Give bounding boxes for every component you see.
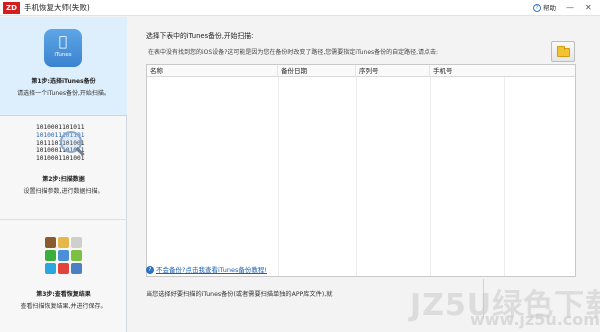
step-1-desc: 请选择一个iTunes备份,开始扫描。	[17, 90, 110, 97]
info-icon: ?	[146, 266, 154, 274]
binary-line: 1010001101011	[36, 124, 85, 131]
watermark-url: www.jz5u.com	[470, 310, 600, 329]
folder-icon	[557, 46, 570, 57]
table-header: 名称 备份日期 序列号 手机号	[147, 65, 575, 77]
phone-icon	[45, 250, 56, 261]
column-divider	[356, 77, 357, 276]
messages-icon	[71, 250, 82, 261]
photos-icon	[58, 250, 69, 261]
steps-sidebar:  iTunes 第1步:选择iTunes备份 请选择一个iTunes备份,开始…	[0, 17, 127, 332]
column-divider	[430, 77, 431, 276]
step-1-title: 第1步:选择iTunes备份	[31, 78, 96, 85]
minimize-button[interactable]: —	[566, 3, 574, 13]
backup-tutorial-label: 不会备份?点击我查看iTunes备份教程!	[156, 266, 267, 274]
title-bar: ZD 手机恢复大师(失败) ? 帮助 — ✕	[0, 0, 600, 16]
step-3-desc: 查看扫描恢复结果,并进行保存。	[20, 303, 107, 310]
instruction-text: 选择下表中的iTunes备份,开始扫描:	[146, 32, 254, 40]
binary-line: 1010001101001	[36, 155, 85, 163]
custom-path-hint: 在表中没有找到您的iOS设备?这可能是因为您在备份时改变了路径,您需要指定iTu…	[148, 49, 439, 56]
voice-icon	[58, 263, 69, 274]
itunes-icon:  iTunes	[44, 29, 82, 67]
backup-table[interactable]: 名称 备份日期 序列号 手机号	[146, 64, 576, 277]
step-3-title: 第3步:查看恢复结果	[36, 291, 91, 298]
backup-tutorial-link[interactable]: ? 不会备份?点击我查看iTunes备份教程!	[146, 264, 267, 274]
help-label: 帮助	[543, 4, 556, 12]
browse-folder-button[interactable]	[551, 41, 575, 62]
apple-icon: 	[44, 34, 82, 50]
social-icon	[71, 263, 82, 274]
window-title: 手机恢复大师(失败)	[24, 3, 90, 12]
help-icon: ?	[533, 4, 541, 12]
column-divider	[278, 77, 279, 276]
contacts-icon	[45, 237, 56, 248]
step-2-title: 第2步:扫描数据	[42, 176, 85, 183]
itunes-icon-label: iTunes	[54, 52, 72, 58]
notes-icon	[58, 237, 69, 248]
step-view-results[interactable]: 第3步:查看恢复结果 查看扫描恢复结果,并进行保存。	[0, 221, 127, 332]
column-header-phone[interactable]: 手机号	[430, 65, 575, 77]
help-button[interactable]: ? 帮助	[533, 3, 556, 13]
column-header-date[interactable]: 备份日期	[278, 65, 356, 77]
column-divider	[504, 77, 505, 276]
qq-icon	[45, 263, 56, 274]
column-header-name[interactable]: 名称	[147, 65, 278, 77]
footer-message: 当您选择好要扫描的iTunes备份(或者需要扫描单独的APP库文件),就	[146, 291, 333, 298]
app-logo: ZD	[3, 2, 20, 14]
step-2-desc: 设置扫描参数,进行数据扫描。	[23, 188, 104, 195]
step-scan-data[interactable]: 1010001101011 1010011101101 101110110100…	[0, 117, 127, 220]
calendar-icon	[71, 237, 82, 248]
column-header-serial[interactable]: 序列号	[356, 65, 430, 77]
step-select-backup[interactable]:  iTunes 第1步:选择iTunes备份 请选择一个iTunes备份,开始…	[0, 17, 127, 116]
close-button[interactable]: ✕	[585, 3, 592, 13]
